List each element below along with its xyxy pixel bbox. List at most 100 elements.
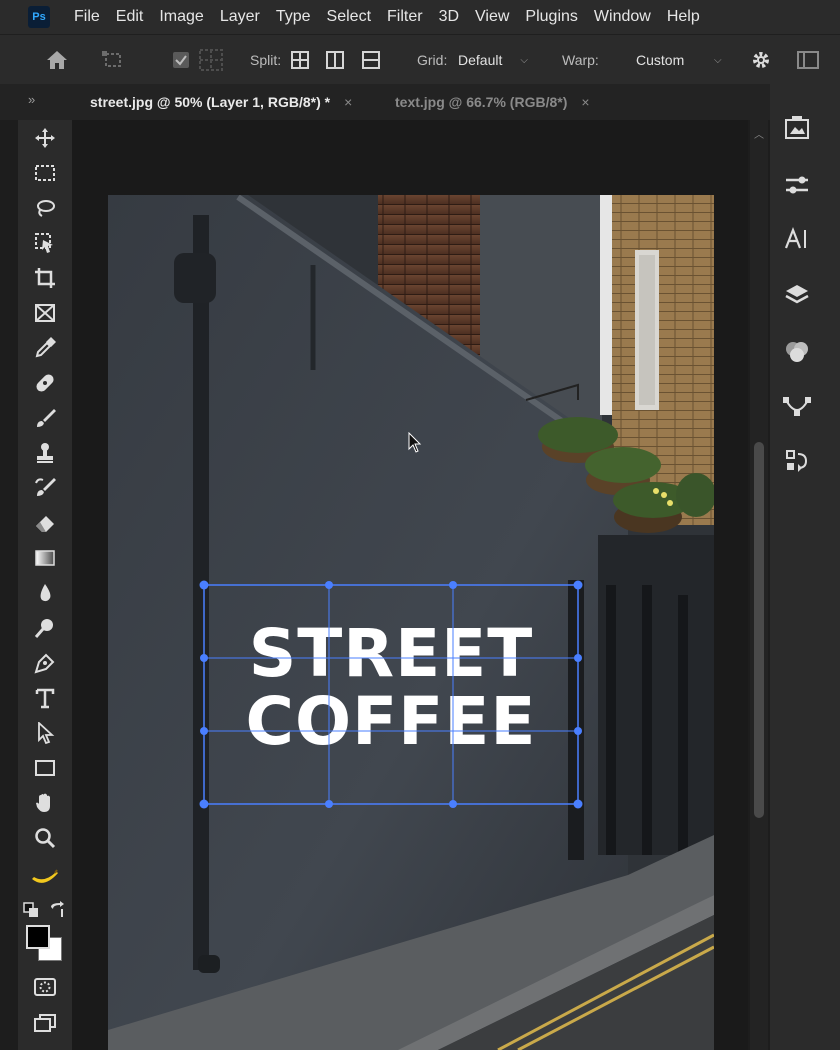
frame-tool[interactable] [28, 298, 62, 328]
gradient-icon [35, 550, 55, 566]
tab-text-title: text.jpg @ 66.7% (RGB/8*) [395, 94, 568, 110]
stamp-tool[interactable] [28, 438, 62, 468]
path-select-tool[interactable] [28, 718, 62, 748]
menu-edit[interactable]: Edit [108, 0, 152, 34]
transform-mode-button[interactable] [100, 35, 126, 85]
warp-bounding-box[interactable] [199, 580, 583, 809]
eyedropper-icon [35, 337, 56, 358]
dodge-icon [34, 619, 53, 638]
pen-icon [34, 653, 55, 674]
zoom-tool[interactable] [28, 823, 62, 853]
warp-dropdown[interactable]: Custom [636, 35, 684, 85]
adjustments-button[interactable] [782, 170, 812, 200]
object-select-tool[interactable] [28, 228, 62, 258]
warp-handles[interactable] [199, 580, 583, 809]
tab-text[interactable]: text.jpg @ 66.7% (RGB/8*) × [395, 84, 590, 120]
eyedropper-tool[interactable] [28, 333, 62, 363]
quick-mask-button[interactable] [28, 972, 62, 1002]
scroll-up-icon[interactable]: ︿ [754, 126, 764, 141]
channels-button[interactable] [782, 336, 812, 366]
menu-3d[interactable]: 3D [431, 0, 467, 34]
right-panel-dock [770, 84, 840, 1050]
warp-chevron[interactable]: ⌵ [714, 35, 722, 85]
menu-view[interactable]: View [467, 0, 517, 34]
menu-image[interactable]: Image [151, 0, 211, 34]
gradient-tool[interactable] [28, 543, 62, 573]
pen-tool[interactable] [28, 648, 62, 678]
type-icon [35, 688, 55, 709]
close-icon[interactable]: × [581, 94, 589, 110]
workspace-options-button[interactable] [794, 35, 822, 85]
menu-filter[interactable]: Filter [379, 0, 431, 34]
rectangle-tool[interactable] [28, 753, 62, 783]
menu-layer[interactable]: Layer [212, 0, 268, 34]
grid-label-wrap: Grid: [417, 35, 447, 85]
split-vertical-icon [326, 51, 344, 69]
scroll-thumb[interactable] [754, 442, 764, 818]
grid-toggle[interactable] [198, 35, 224, 85]
photoshop-logo[interactable]: Ps [28, 6, 50, 28]
move-tool[interactable] [28, 123, 62, 153]
layers-button[interactable] [782, 280, 812, 310]
collapse-left-icon[interactable]: » [28, 92, 35, 107]
tools-panel [18, 120, 72, 1050]
blur-icon [40, 584, 51, 602]
split-horizontal-button[interactable] [361, 35, 381, 85]
hand-icon [36, 793, 50, 812]
menu-file[interactable]: File [66, 0, 108, 34]
menu-help[interactable]: Help [659, 0, 708, 34]
paths-button[interactable] [782, 392, 812, 422]
gear-icon [753, 52, 769, 68]
eraser-tool[interactable] [28, 508, 62, 538]
banana-icon [32, 869, 58, 883]
grid-dropdown[interactable]: Default ⌵ [458, 35, 528, 85]
tab-street[interactable]: street.jpg @ 50% (Layer 1, RGB/8*) * × [90, 84, 352, 120]
menu-window[interactable]: Window [586, 0, 659, 34]
healing-tool[interactable] [28, 368, 62, 398]
quick-mask-icon [34, 978, 56, 996]
color-swatches[interactable] [26, 925, 64, 963]
screen-mode-button[interactable] [28, 1008, 62, 1038]
crop-tool[interactable] [28, 263, 62, 293]
zoom-icon [35, 828, 56, 849]
document-tab-bar: » street.jpg @ 50% (Layer 1, RGB/8*) * ×… [0, 83, 840, 120]
checkbox-icon [173, 52, 189, 68]
character-button[interactable] [782, 224, 812, 254]
home-button[interactable] [44, 35, 70, 85]
mouse-cursor-icon [408, 432, 422, 453]
commit-checkbox[interactable] [171, 35, 191, 85]
default-colors-icon [23, 902, 38, 917]
banana-tool[interactable] [28, 863, 62, 893]
menu-type[interactable]: Type [268, 0, 319, 34]
eraser-icon [36, 516, 54, 532]
lasso-icon [37, 200, 55, 217]
lasso-tool[interactable] [28, 193, 62, 223]
adjustments-icon [786, 176, 808, 194]
swap-colors-button[interactable] [46, 895, 68, 925]
history-button[interactable] [782, 446, 812, 476]
screen-mode-icon [34, 1014, 56, 1032]
vertical-scrollbar[interactable]: ︿ [750, 120, 768, 1050]
close-icon[interactable]: × [344, 94, 352, 110]
brush-icon [37, 409, 56, 427]
libraries-button[interactable] [782, 112, 812, 142]
hand-tool[interactable] [28, 788, 62, 818]
marquee-tool[interactable] [28, 158, 62, 188]
foreground-color-swatch[interactable] [26, 925, 50, 949]
split-cross-button[interactable] [290, 35, 310, 85]
split-cross-icon [291, 51, 309, 69]
history-brush-tool[interactable] [28, 473, 62, 503]
brush-tool[interactable] [28, 403, 62, 433]
type-tool[interactable] [28, 683, 62, 713]
chevron-down-icon: ⌵ [520, 54, 528, 66]
menu-select[interactable]: Select [319, 0, 379, 34]
layers-icon [785, 285, 809, 304]
blur-tool[interactable] [28, 578, 62, 608]
dodge-tool[interactable] [28, 613, 62, 643]
settings-button[interactable] [750, 35, 772, 85]
default-colors-button[interactable] [20, 895, 42, 925]
transform-icon [102, 51, 121, 67]
menu-plugins[interactable]: Plugins [517, 0, 585, 34]
split-vertical-button[interactable] [325, 35, 345, 85]
warp-label-wrap: Warp: [562, 35, 599, 85]
